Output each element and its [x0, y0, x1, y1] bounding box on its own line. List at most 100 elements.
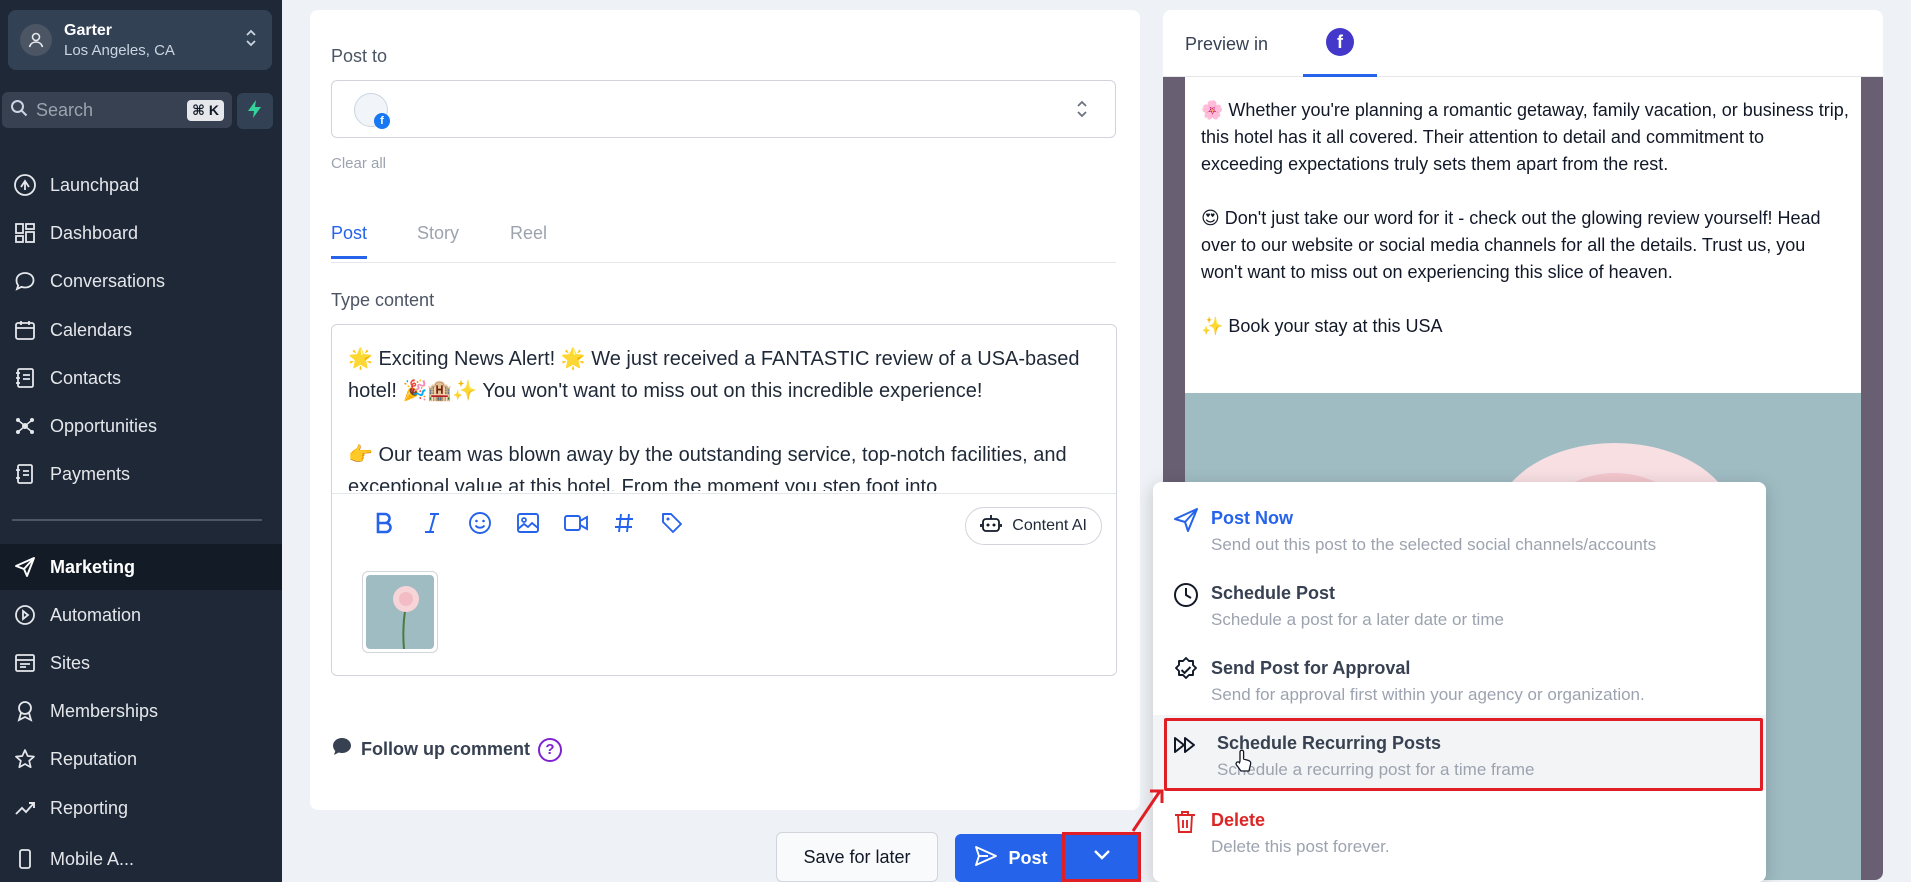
sidebar-item-calendars[interactable]: Calendars [0, 307, 282, 353]
preview-title: Preview in [1185, 34, 1269, 54]
post-options-menu: Post Now Send out this post to the selec… [1153, 482, 1766, 882]
post-button-label: Post [1008, 847, 1048, 868]
hashtag-button[interactable] [600, 506, 648, 546]
help-icon[interactable]: ? [538, 737, 562, 762]
lightning-icon [246, 99, 264, 124]
sites-icon [12, 650, 38, 676]
sidebar-item-label: Calendars [50, 319, 133, 340]
calendar-icon [12, 317, 38, 343]
tab-post[interactable]: Post [331, 223, 368, 259]
quick-action-button[interactable] [237, 93, 273, 129]
account-avatar[interactable]: f [354, 93, 390, 129]
menu-item-description: Send for approval first within your agen… [1211, 685, 1645, 704]
badge-icon [12, 698, 38, 724]
sidebar-item-label: Reporting [50, 797, 129, 818]
content-textarea[interactable]: 🌟 Exciting News Alert! 🌟 We just receive… [348, 343, 1102, 491]
media-thumbnail[interactable] [362, 571, 438, 653]
post-to-select[interactable]: f [331, 80, 1116, 138]
sidebar: Garter Los Angeles, CA Search ⌘ K Launch… [0, 0, 282, 882]
tab-reel[interactable]: Reel [510, 223, 547, 256]
robot-icon [980, 514, 1003, 539]
sidebar-item-automation[interactable]: Automation [0, 592, 282, 638]
sidebar-item-launchpad[interactable]: Launchpad [0, 162, 282, 208]
italic-button[interactable] [408, 506, 456, 546]
emoji-button[interactable] [456, 506, 504, 546]
sidebar-item-opportunities[interactable]: Opportunities [0, 403, 282, 449]
sidebar-item-label: Automation [50, 604, 142, 625]
emoji-icon [468, 511, 492, 540]
menu-item-delete[interactable]: Delete Delete this post forever. [1153, 792, 1766, 867]
image-button[interactable] [504, 506, 552, 546]
post-to-label: Post to [331, 46, 388, 66]
sidebar-item-reputation[interactable]: Reputation [0, 736, 282, 782]
send-icon [1173, 507, 1199, 533]
sidebar-item-marketing[interactable]: Marketing [0, 544, 282, 590]
chevron-down-icon [1092, 848, 1112, 867]
menu-item-schedule-post[interactable]: Schedule Post Schedule a post for a late… [1153, 565, 1766, 640]
italic-icon [423, 512, 441, 539]
save-for-later-button[interactable]: Save for later [776, 832, 938, 882]
preview-paragraph: ✨ Book your stay at this USA [1201, 316, 1443, 336]
follow-up-label: Follow up comment [361, 739, 530, 759]
sidebar-item-sites[interactable]: Sites [0, 640, 282, 686]
comment-icon [331, 736, 353, 763]
clock-icon [1173, 582, 1199, 608]
send-icon [974, 845, 998, 872]
search-placeholder: Search [36, 99, 94, 120]
content-ai-label: Content AI [1012, 517, 1087, 534]
tag-icon [660, 511, 684, 540]
tab-facebook-preview[interactable]: f [1303, 10, 1377, 77]
sidebar-item-contacts[interactable]: Contacts [0, 355, 282, 401]
menu-item-send-for-approval[interactable]: Send Post for Approval Send for approval… [1153, 640, 1766, 715]
tag-button[interactable] [648, 506, 696, 546]
location-switcher[interactable]: Garter Los Angeles, CA [8, 10, 272, 70]
post-options-toggle[interactable] [1062, 832, 1141, 882]
sidebar-item-label: Marketing [50, 556, 136, 577]
sidebar-item-label: Memberships [50, 700, 159, 721]
sidebar-item-label: Contacts [50, 367, 122, 388]
annotation-highlight-box [1164, 718, 1763, 791]
video-button[interactable] [552, 506, 600, 546]
sidebar-divider [12, 519, 262, 521]
follow-up-comment[interactable]: Follow up comment ? [331, 736, 562, 763]
dashboard-icon [12, 220, 38, 246]
sidebar-item-label: Dashboard [50, 222, 139, 243]
sidebar-item-label: Launchpad [50, 174, 140, 195]
sidebar-item-memberships[interactable]: Memberships [0, 688, 282, 734]
search-box[interactable]: Search ⌘ K [2, 92, 232, 128]
contacts-icon [12, 365, 38, 391]
sidebar-item-conversations[interactable]: Conversations [0, 258, 282, 304]
menu-item-description: Schedule a post for a later date or time [1211, 610, 1504, 629]
content-editor[interactable]: 🌟 Exciting News Alert! 🌟 We just receive… [331, 324, 1117, 676]
menu-item-title: Delete [1211, 810, 1266, 830]
sidebar-item-label: Mobile A... [50, 848, 135, 869]
sidebar-item-mobile-app[interactable]: Mobile A... [0, 836, 282, 882]
mobile-icon [12, 846, 38, 872]
bold-button[interactable] [360, 506, 408, 546]
facebook-icon: f [1326, 28, 1354, 56]
clear-all-link[interactable]: Clear all [331, 155, 386, 172]
sidebar-item-reporting[interactable]: Reporting [0, 785, 282, 831]
menu-item-title: Send Post for Approval [1211, 658, 1411, 678]
sidebar-item-payments[interactable]: Payments [0, 451, 282, 497]
hashtag-icon [613, 512, 635, 539]
post-composer: Post to f Clear all Post Story Reel Type… [310, 10, 1140, 810]
image-icon [516, 511, 540, 540]
post-button[interactable]: Post [955, 834, 1067, 882]
launchpad-icon [12, 172, 38, 198]
menu-item-post-now[interactable]: Post Now Send out this post to the selec… [1153, 490, 1766, 565]
preview-text: 🌸 Whether you're planning a romantic get… [1201, 97, 1851, 367]
flower-image [366, 575, 434, 649]
preview-paragraph: 😍 Don't just take our word for it - chec… [1201, 208, 1821, 282]
opportunities-icon [12, 413, 38, 439]
send-icon [12, 554, 38, 580]
menu-item-title: Post Now [1211, 508, 1294, 528]
video-icon [563, 512, 589, 539]
post-type-tabs: Post Story Reel [331, 215, 1116, 263]
preview-paragraph: 🌸 Whether you're planning a romantic get… [1201, 100, 1849, 174]
sidebar-item-dashboard[interactable]: Dashboard [0, 210, 282, 256]
editor-toolbar: Content AI [332, 493, 1116, 557]
content-ai-button[interactable]: Content AI [965, 507, 1102, 545]
bold-icon [375, 512, 393, 539]
tab-story[interactable]: Story [417, 223, 459, 256]
